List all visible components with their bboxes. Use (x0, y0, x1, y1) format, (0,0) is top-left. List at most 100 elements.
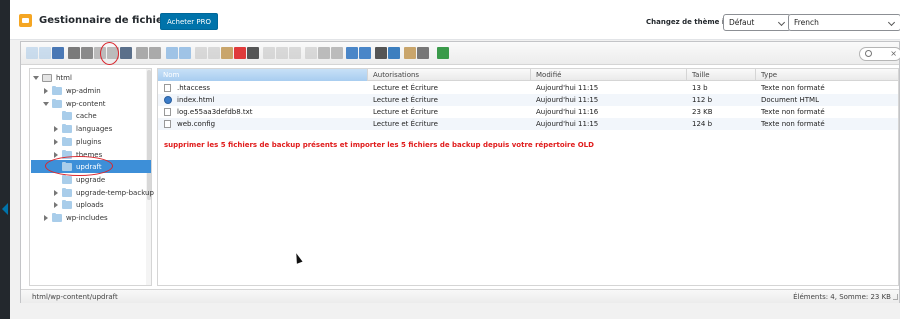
file-type: Texte non formaté (761, 120, 825, 128)
file-permissions: Lecture et Écriture (373, 84, 438, 92)
archive-icon[interactable] (331, 47, 343, 59)
chevron-down-icon[interactable] (43, 101, 49, 106)
rename-icon[interactable] (276, 47, 288, 59)
search-icon (865, 50, 872, 57)
folder-icon (62, 200, 72, 210)
resize-icon[interactable] (305, 47, 317, 59)
table-row[interactable]: log.e55aa3defdb8.txt Lecture et Écriture A… (158, 106, 898, 118)
duplicate-icon[interactable] (263, 47, 275, 59)
plugin-logo-icon (19, 14, 32, 27)
folder-icon (62, 136, 72, 146)
copy-icon[interactable] (195, 47, 207, 59)
chevron-down-icon[interactable] (33, 76, 39, 80)
resize-grip-icon[interactable] (893, 294, 898, 300)
file-name: index.html (177, 96, 215, 104)
forward-icon[interactable] (39, 47, 51, 59)
extract-icon[interactable] (318, 47, 330, 59)
html-file-icon (164, 96, 172, 104)
file-manager-panel: × html wp-admin wp-content cache languages p… (20, 41, 900, 303)
cut-icon[interactable] (208, 47, 220, 59)
download-icon[interactable] (149, 47, 161, 59)
text-file-icon (164, 108, 171, 116)
fullscreen-icon[interactable] (437, 47, 449, 59)
tree-scrollbar[interactable] (146, 69, 151, 285)
chevron-right-icon[interactable] (44, 215, 48, 221)
text-file-icon (164, 84, 171, 92)
file-permissions: Lecture et Écriture (373, 108, 438, 116)
file-permissions: Lecture et Écriture (373, 120, 438, 128)
file-size: 13 b (692, 84, 708, 92)
file-modified: Aujourd'hui 11:16 (536, 108, 599, 116)
folder-icon (52, 213, 62, 222)
file-name: web.config (177, 120, 216, 128)
file-name: .htaccess (177, 84, 210, 92)
file-modified: Aujourd'hui 11:15 (536, 84, 599, 92)
text-file-icon (164, 120, 171, 128)
chevron-right-icon[interactable] (54, 151, 58, 158)
home-icon[interactable] (68, 47, 80, 59)
select-all-icon[interactable] (346, 47, 358, 59)
tree-node-label: cache (76, 112, 97, 121)
undo-icon[interactable] (166, 47, 178, 59)
edit-icon[interactable] (289, 47, 301, 59)
folder-icon (62, 111, 72, 121)
theme-select[interactable]: Défaut (723, 14, 791, 31)
tree-node-label: upgrade-temp-backup (76, 188, 154, 197)
tree-node-label: wp-admin (66, 87, 101, 95)
chevron-right-icon[interactable] (54, 126, 58, 133)
up-icon[interactable] (52, 47, 64, 59)
language-select[interactable]: French (788, 14, 900, 31)
view-icon[interactable] (359, 47, 371, 59)
buy-pro-button[interactable]: Acheter PRO (160, 13, 219, 30)
file-name: log.e55aa3defdb8.txt (177, 108, 253, 116)
file-size: 112 b (692, 96, 713, 104)
table-row[interactable]: web.config Lecture et Écriture Aujourd'hui… (158, 118, 898, 130)
status-path: html/wp-content/updraft (32, 293, 118, 301)
column-header-permissions[interactable]: Autorisations (368, 69, 531, 81)
tree-node-label: html (56, 74, 72, 82)
header: Gestionnaire de fichiers WP Acheter PRO … (10, 0, 900, 40)
grid-header: Nom Autorisations Modifié Taille Type (158, 69, 898, 81)
folder-icon (62, 124, 72, 134)
folder-icon (52, 86, 62, 95)
table-row[interactable]: index.html Lecture et Écriture Aujourd'hui… (158, 94, 898, 106)
file-size: 23 KB (692, 108, 713, 116)
clear-search-icon[interactable]: × (890, 49, 897, 59)
column-header-name[interactable]: Nom (158, 69, 368, 81)
preview-icon[interactable] (388, 47, 400, 59)
theme-select-value: Défaut (729, 18, 755, 27)
paste-icon[interactable] (221, 47, 233, 59)
tree-node-label: uploads (76, 201, 104, 210)
file-size: 124 b (692, 120, 713, 128)
info-icon[interactable] (375, 47, 387, 59)
folder-icon (62, 187, 72, 197)
mouse-cursor-icon (293, 252, 303, 264)
folder-icon (52, 98, 62, 108)
file-manager-app: Gestionnaire de fichiers WP Acheter PRO … (10, 0, 900, 319)
file-type: Texte non formaté (761, 108, 825, 116)
tree-node-label: wp-includes (66, 214, 108, 222)
back-icon[interactable] (26, 47, 38, 59)
settings-icon[interactable] (404, 47, 416, 59)
table-row[interactable]: .htaccess Lecture et Écriture Aujourd'hui … (158, 82, 898, 94)
chevron-right-icon[interactable] (54, 202, 58, 209)
delete-icon[interactable] (234, 47, 246, 59)
upload-icon[interactable] (120, 47, 132, 59)
status-summary: Éléments: 4, Somme: 23 KB (793, 293, 891, 301)
column-header-modified[interactable]: Modifié (531, 69, 687, 81)
column-header-size[interactable]: Taille (687, 69, 756, 81)
chevron-right-icon[interactable] (54, 189, 58, 196)
help-icon[interactable] (417, 47, 429, 59)
chevron-down-icon (777, 18, 786, 27)
chevron-right-icon[interactable] (54, 138, 58, 145)
trash-icon[interactable] (247, 47, 259, 59)
tree-node-label: plugins (76, 137, 102, 146)
file-modified: Aujourd'hui 11:15 (536, 96, 599, 104)
column-header-type[interactable]: Type (756, 69, 898, 81)
language-select-value: French (794, 18, 819, 27)
chevron-right-icon[interactable] (44, 88, 48, 94)
search-input[interactable]: × (859, 47, 900, 61)
open-icon[interactable] (136, 47, 148, 59)
redo-icon[interactable] (179, 47, 191, 59)
reload-icon[interactable] (81, 47, 93, 59)
